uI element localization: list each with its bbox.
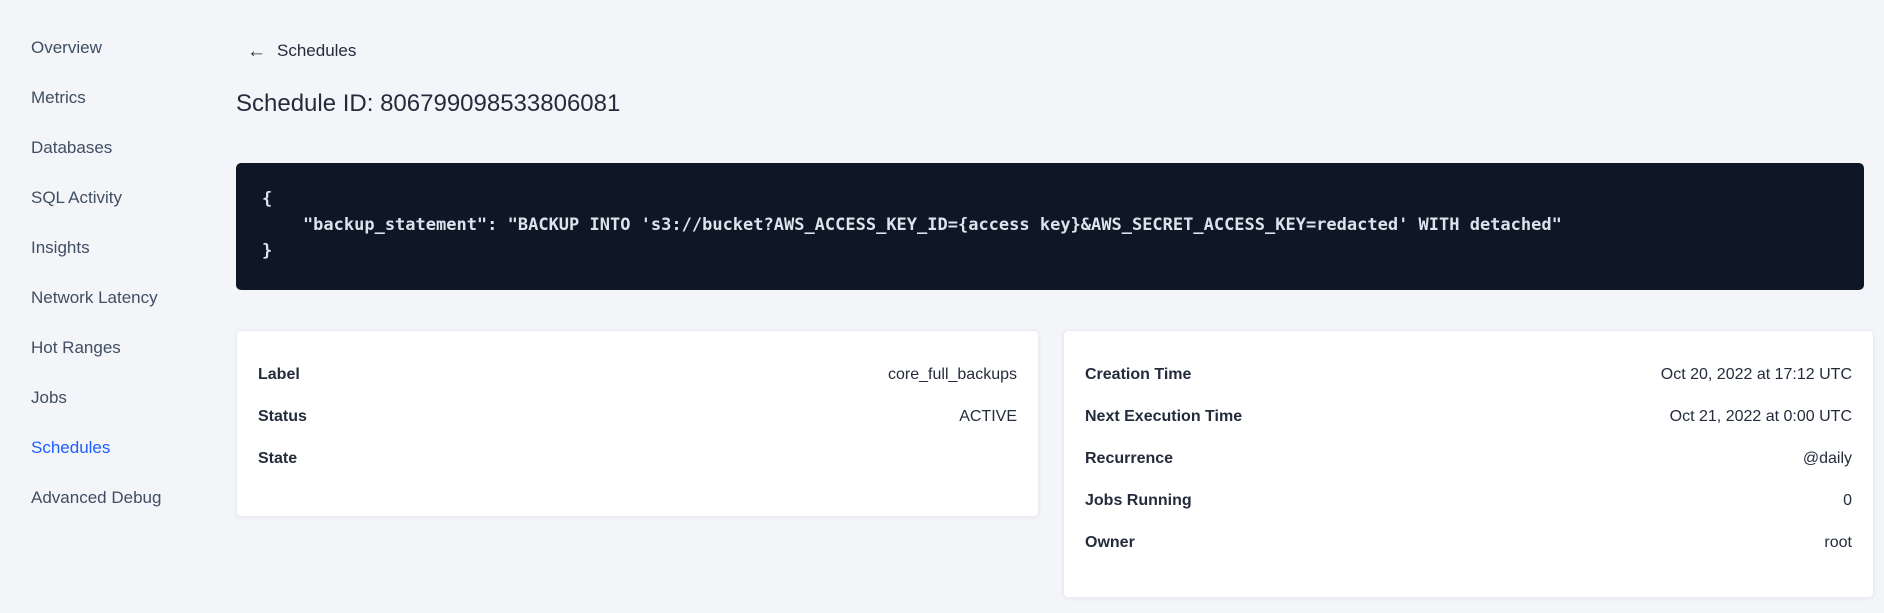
detail-row-status: Status ACTIVE <box>258 396 1017 438</box>
detail-label: Owner <box>1085 534 1135 551</box>
sidebar-item-databases[interactable]: Databases <box>0 123 196 173</box>
detail-row-jobs-running: Jobs Running 0 <box>1085 480 1852 522</box>
detail-label: Recurrence <box>1085 450 1174 467</box>
sidebar-item-metrics[interactable]: Metrics <box>0 73 196 123</box>
detail-label: State <box>258 450 298 467</box>
sidebar-item-jobs[interactable]: Jobs <box>0 373 196 423</box>
back-link-label: Schedules <box>277 41 357 60</box>
detail-label: Creation Time <box>1085 366 1192 383</box>
schedule-execution-card: Creation Time Oct 20, 2022 at 17:12 UTC … <box>1063 330 1874 598</box>
sidebar-item-insights[interactable]: Insights <box>0 223 196 273</box>
detail-row-creation-time: Creation Time Oct 20, 2022 at 17:12 UTC <box>1085 354 1852 396</box>
detail-label: Status <box>258 408 307 425</box>
sidebar-item-advanced-debug[interactable]: Advanced Debug <box>0 473 196 523</box>
page-title: Schedule ID: 806799098533806081 <box>236 90 621 117</box>
sidebar-item-sql-activity[interactable]: SQL Activity <box>0 173 196 223</box>
detail-value: ACTIVE <box>959 408 1017 425</box>
detail-row-owner: Owner root <box>1085 522 1852 564</box>
detail-label: Label <box>258 366 300 383</box>
back-to-schedules-link[interactable]: ← Schedules <box>247 41 356 61</box>
detail-value: Oct 21, 2022 at 0:00 UTC <box>1669 408 1852 425</box>
detail-row-next-execution-time: Next Execution Time Oct 21, 2022 at 0:00… <box>1085 396 1852 438</box>
detail-value: 0 <box>1843 492 1852 509</box>
code-line-close-brace: } <box>262 241 273 261</box>
sidebar-item-overview[interactable]: Overview <box>0 23 196 73</box>
detail-value: root <box>1824 534 1852 551</box>
detail-value: @daily <box>1802 450 1852 467</box>
code-line-open-brace: { <box>262 189 273 209</box>
detail-row-state: State <box>258 438 1017 480</box>
schedule-statement-code-block: { "backup_statement": "BACKUP INTO 's3:/… <box>236 163 1864 290</box>
sidebar: Overview Metrics Databases SQL Activity … <box>0 0 196 613</box>
detail-value: core_full_backups <box>888 366 1017 383</box>
sidebar-item-schedules[interactable]: Schedules <box>0 423 196 473</box>
sidebar-item-network-latency[interactable]: Network Latency <box>0 273 196 323</box>
detail-row-recurrence: Recurrence @daily <box>1085 438 1852 480</box>
detail-label: Next Execution Time <box>1085 408 1243 425</box>
code-line-backup-statement: "backup_statement": "BACKUP INTO 's3://b… <box>262 215 1562 235</box>
detail-label: Jobs Running <box>1085 492 1192 509</box>
back-arrow-icon: ← <box>247 40 266 62</box>
detail-value: Oct 20, 2022 at 17:12 UTC <box>1660 366 1852 383</box>
schedule-attributes-card: Label core_full_backups Status ACTIVE St… <box>236 330 1039 517</box>
sidebar-item-hot-ranges[interactable]: Hot Ranges <box>0 323 196 373</box>
detail-row-label: Label core_full_backups <box>258 354 1017 396</box>
